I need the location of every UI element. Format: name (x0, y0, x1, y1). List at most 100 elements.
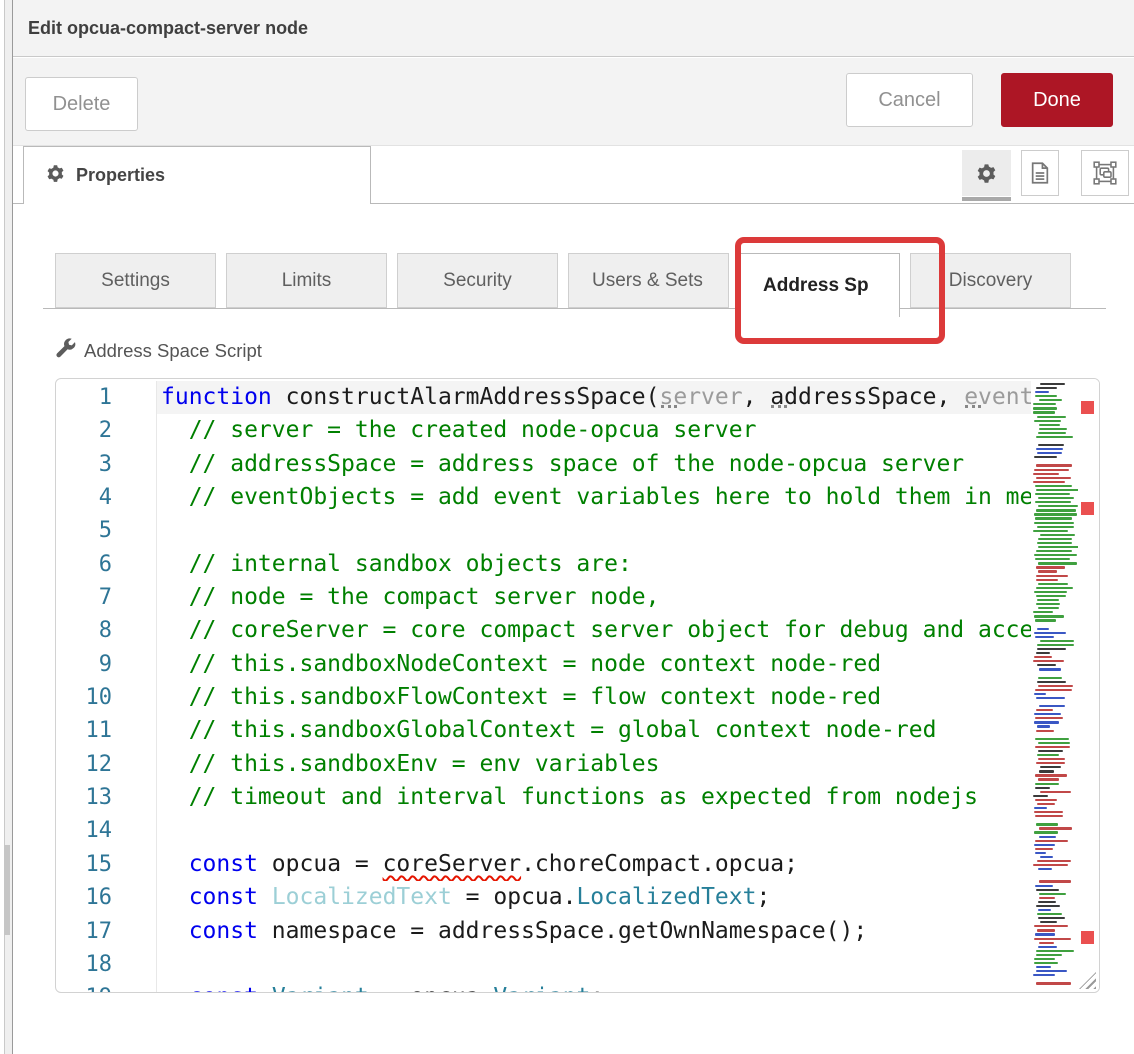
code-line[interactable]: 12 // this.sandboxEnv = env variables (56, 748, 1099, 781)
page-scrollbar-thumb[interactable] (4, 845, 10, 935)
minimap-line (1038, 685, 1073, 687)
line-number: 4 (56, 481, 157, 514)
line-number: 14 (56, 814, 157, 847)
code-line[interactable]: 17 const namespace = addressSpace.getOwn… (56, 915, 1099, 948)
line-number: 19 (56, 981, 157, 993)
minimap-line (1036, 595, 1066, 597)
code-line[interactable]: 14 (56, 814, 1099, 847)
minimap-line (1038, 901, 1056, 903)
minimap-line (1036, 477, 1072, 479)
code-line[interactable]: 15 const opcua = coreServer.choreCompact… (56, 848, 1099, 881)
minimap-line (1040, 766, 1061, 768)
line-content (157, 814, 1031, 847)
minimap-line (1038, 742, 1069, 744)
node-description-button[interactable] (1021, 150, 1059, 196)
document-icon (1030, 162, 1050, 184)
minimap[interactable] (1031, 381, 1078, 990)
code-line[interactable]: 1function constructAlarmAddressSpace(ser… (56, 381, 1099, 414)
edit-node-tray: Edit opcua-compact-server node Delete Ca… (13, 0, 1134, 1054)
code-line[interactable]: 18 (56, 948, 1099, 981)
background-page-strip (0, 0, 13, 1054)
tab-security[interactable]: Security (397, 253, 558, 308)
minimap-line (1036, 709, 1053, 711)
tab-properties[interactable]: Properties (23, 146, 371, 204)
minimap-line (1035, 774, 1067, 776)
minimap-line (1035, 689, 1072, 691)
code-line[interactable]: 8 // coreServer = core compact server ob… (56, 614, 1099, 647)
minimap-line (1036, 889, 1059, 891)
code-line[interactable]: 16 const LocalizedText = opcua.Localized… (56, 881, 1099, 914)
code-line[interactable]: 11 // this.sandboxGlobalContext = global… (56, 714, 1099, 747)
minimap-line (1039, 424, 1060, 426)
code-line[interactable]: 3 // addressSpace = address space of the… (56, 448, 1099, 481)
minimap-line (1034, 591, 1066, 593)
tab-label: Address Sp (763, 275, 869, 297)
minimap-line (1038, 570, 1057, 572)
done-button[interactable]: Done (1001, 73, 1113, 127)
minimap-line (1036, 762, 1065, 764)
delete-button[interactable]: Delete (25, 77, 138, 131)
code-line[interactable]: 5 (56, 514, 1099, 547)
minimap-line (1037, 664, 1056, 666)
line-content (157, 514, 1031, 547)
minimap-line (1037, 913, 1061, 915)
code-line[interactable]: 19 const Variant = opcua.Variant; (56, 981, 1099, 993)
tab-address-sp[interactable]: Address Sp (739, 253, 900, 317)
line-content (157, 948, 1031, 981)
minimap-line (1036, 566, 1065, 568)
minimap-line (1035, 738, 1069, 740)
editor-tab-bar: Properties (13, 146, 1134, 204)
code-line[interactable]: 10 // this.sandboxFlowContext = flow con… (56, 681, 1099, 714)
minimap-line (1036, 603, 1060, 605)
code-line[interactable]: 2 // server = the created node-opcua ser… (56, 414, 1099, 447)
minimap-line (1036, 950, 1073, 952)
minimap-line (1035, 852, 1045, 854)
minimap-line (1036, 550, 1071, 552)
tab-settings[interactable]: Settings (55, 253, 216, 308)
code-line[interactable]: 9 // this.sandboxNodeContext = node cont… (56, 648, 1099, 681)
minimap-line (1038, 583, 1068, 585)
error-marker (1081, 401, 1094, 414)
minimap-line (1033, 795, 1047, 797)
minimap-line (1034, 693, 1045, 695)
tab-users-sets[interactable]: Users & Sets (568, 253, 729, 308)
minimap-line (1039, 770, 1055, 772)
minimap-line (1035, 517, 1071, 519)
minimap-line (1035, 840, 1068, 842)
minimap-line (1034, 632, 1065, 634)
minimap-line (1039, 668, 1061, 670)
minimap-line (1036, 697, 1065, 699)
code-line[interactable]: 13 // timeout and interval functions as … (56, 781, 1099, 814)
minimap-line (1036, 954, 1062, 956)
code-line[interactable]: 7 // node = the compact server node, (56, 581, 1099, 614)
line-content: // this.sandboxFlowContext = flow contex… (157, 681, 1031, 714)
gear-icon (46, 164, 65, 188)
minimap-line (1036, 436, 1072, 438)
minimap-line (1040, 791, 1071, 793)
minimap-line (1034, 925, 1068, 927)
code-lines: 1function constructAlarmAddressSpace(ser… (56, 381, 1099, 993)
line-number: 10 (56, 681, 157, 714)
code-line[interactable]: 6 // internal sandbox objects are: (56, 548, 1099, 581)
line-content: // server = the created node-opcua serve… (157, 414, 1031, 447)
minimap-line (1038, 946, 1057, 948)
minimap-line (1040, 383, 1066, 385)
minimap-line (1036, 905, 1059, 907)
minimap-line (1035, 799, 1057, 801)
line-content: // this.sandboxNodeContext = node contex… (157, 648, 1031, 681)
code-line[interactable]: 4 // eventObjects = add event variables … (56, 481, 1099, 514)
minimap-line (1034, 513, 1077, 515)
minimap-line (1039, 827, 1073, 829)
code-editor[interactable]: 1function constructAlarmAddressSpace(ser… (55, 378, 1100, 993)
minimap-line (1035, 885, 1054, 887)
node-settings-button[interactable] (962, 150, 1011, 196)
selected-icon-underline (962, 197, 1011, 201)
line-number: 5 (56, 514, 157, 547)
minimap-line (1038, 868, 1052, 870)
minimap-line (1036, 448, 1062, 450)
section-label: Address Space Script (55, 338, 262, 364)
tab-discovery[interactable]: Discovery (910, 253, 1071, 308)
tab-limits[interactable]: Limits (226, 253, 387, 308)
cancel-button[interactable]: Cancel (846, 73, 973, 127)
node-appearance-button[interactable] (1081, 150, 1129, 196)
